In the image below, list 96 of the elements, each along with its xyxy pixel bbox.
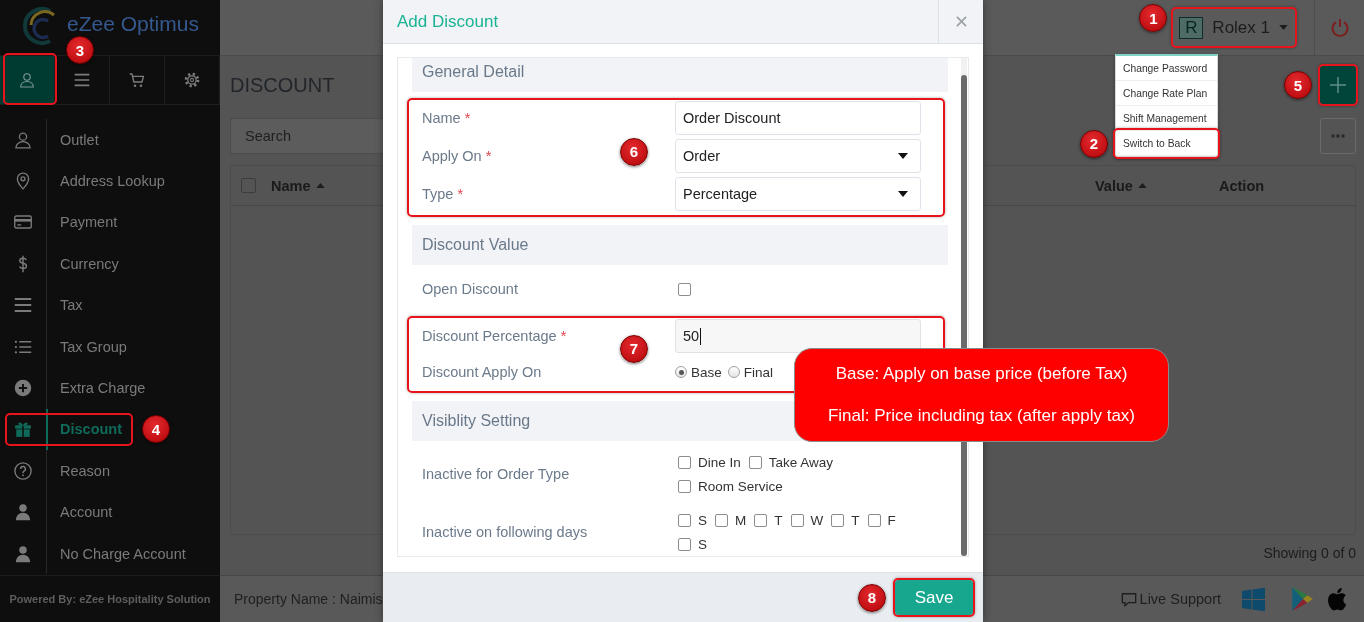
play-triangle-icon[interactable] (1290, 586, 1314, 612)
field-label: Name * (422, 110, 471, 126)
radio-button[interactable] (675, 366, 687, 378)
section-header: Discount Value (412, 225, 948, 265)
user-initial-avatar: R (1179, 16, 1204, 39)
field-label: Inactive on following days (422, 524, 588, 540)
person-icon (14, 544, 32, 563)
option-label: Room Service (698, 478, 783, 494)
step-marker: 4 (142, 415, 170, 444)
highlight-outline (1318, 64, 1358, 106)
highlight-outline (3, 53, 57, 105)
checkbox[interactable] (678, 282, 691, 296)
checkbox[interactable] (748, 455, 762, 469)
plus-icon (1330, 77, 1346, 93)
radio-button[interactable] (727, 366, 740, 378)
select-all-checkbox[interactable] (241, 178, 256, 193)
menu-icon (74, 72, 90, 88)
field-label: Discount Percentage * (422, 328, 567, 344)
field-label: Discount Apply On (422, 364, 542, 380)
callout-text: Base: Apply on base price (before Tax) (835, 364, 1128, 384)
text-input[interactable]: 50 (675, 319, 921, 353)
sort-arrow-icon (315, 183, 325, 188)
pagination-info: Showing 0 of 0 (1263, 545, 1356, 561)
power-icon (1329, 17, 1350, 38)
field-label: Apply On * (422, 148, 492, 164)
apple-icon[interactable] (1326, 586, 1348, 612)
option-label: T (851, 512, 860, 528)
menu-item[interactable]: Change Password (1116, 56, 1217, 81)
chat-bubble-icon (1120, 591, 1137, 607)
checkbox[interactable] (678, 513, 691, 527)
option-label: W (810, 512, 824, 528)
option-label: T (774, 512, 783, 528)
question-circle-icon (14, 461, 32, 480)
option-label: S (698, 512, 707, 528)
option-label: Dine In (698, 454, 741, 470)
add-button[interactable] (1320, 66, 1356, 104)
dropdown-caret-icon (898, 153, 908, 159)
user-menu-button[interactable]: R Rolex 1 (1174, 10, 1294, 45)
option-label: Base (691, 364, 722, 380)
credit-card-icon (14, 213, 32, 232)
sidebar-tab[interactable] (0, 56, 55, 104)
select-field[interactable]: Percentage (675, 177, 921, 211)
text-cursor-icon (700, 327, 702, 345)
step-marker: 5 (1284, 71, 1312, 99)
column-header[interactable]: Value (1095, 177, 1147, 194)
more-options-button[interactable] (1320, 118, 1356, 154)
menu-item[interactable]: Switch to Back (1116, 131, 1217, 156)
field-label: Type * (422, 186, 464, 202)
checkbox[interactable] (831, 513, 845, 527)
cart-icon (129, 72, 145, 88)
checkbox[interactable] (678, 479, 691, 493)
checkbox[interactable] (790, 513, 804, 527)
powered-by-text: Powered By: eZee Hospitality Solution (9, 593, 211, 605)
checkbox[interactable] (715, 513, 728, 527)
logo-text: eZee Optimus (67, 11, 199, 36)
settings-icon (184, 72, 200, 88)
person-outline-icon (19, 72, 35, 88)
field-label: Inactive for Order Type (422, 466, 570, 482)
close-icon (955, 16, 967, 27)
column-header[interactable]: Name (271, 177, 325, 194)
modal-title: Add Discount (396, 11, 499, 32)
option-label: F (887, 512, 896, 528)
option-label: Take Away (768, 454, 834, 470)
select-field[interactable]: Order (675, 139, 921, 173)
menu-item[interactable]: Change Rate Plan (1116, 81, 1217, 106)
person-icon (14, 503, 32, 522)
map-pin-icon (14, 172, 32, 191)
step-marker: 3 (66, 36, 94, 64)
menu-lines-icon (14, 296, 32, 315)
checkbox[interactable] (678, 537, 691, 551)
checkbox[interactable] (867, 513, 881, 527)
option-label: S (698, 536, 707, 552)
live-support-link[interactable]: Live Support (1120, 591, 1221, 607)
section-header: General Detail (412, 58, 948, 92)
column-header[interactable]: Action (1219, 177, 1265, 194)
more-dots-icon (1331, 134, 1345, 138)
dropdown-caret-icon (898, 191, 908, 197)
property-name-text: Property Name : Naimis (234, 591, 383, 607)
option-label: M (735, 512, 747, 528)
step-marker: 8 (858, 583, 886, 612)
menu-item[interactable]: Shift Management (1116, 106, 1217, 131)
caret-icon (1279, 25, 1288, 30)
sort-arrow-icon (1137, 183, 1147, 188)
gift-icon (14, 420, 32, 439)
text-input[interactable]: Order Discount (675, 101, 921, 135)
person-outline-icon (14, 130, 32, 149)
plus-circle-icon (14, 379, 32, 398)
search-field[interactable]: Search (230, 118, 383, 154)
checkbox[interactable] (678, 455, 691, 469)
step-marker: 6 (620, 137, 648, 166)
save-button[interactable]: Save (895, 580, 973, 615)
checkbox[interactable] (754, 513, 768, 527)
step-marker: 1 (1139, 4, 1168, 32)
field-label: Open Discount (422, 281, 518, 297)
option-label: Final (743, 364, 774, 380)
step-marker: 7 (620, 334, 648, 363)
